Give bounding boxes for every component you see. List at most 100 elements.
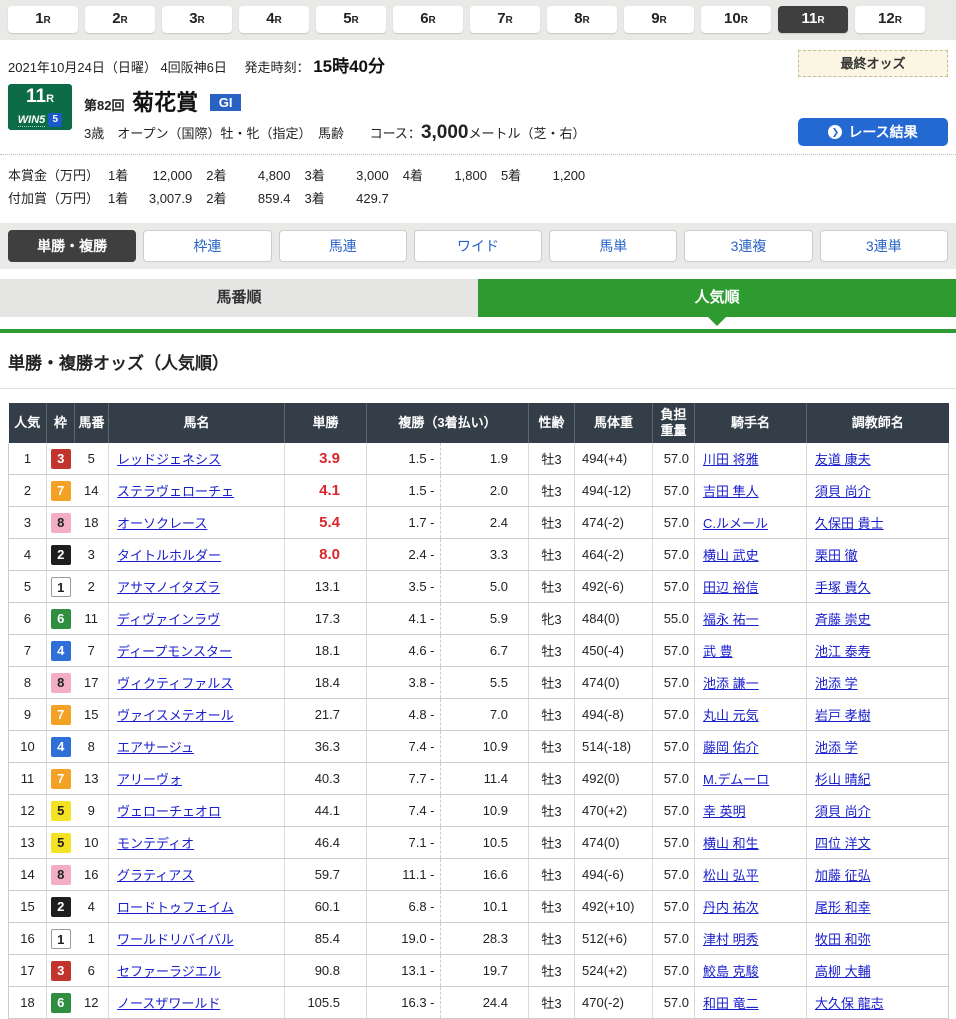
horse-name-cell: アリーヴォ <box>109 763 285 795</box>
horse-name-cell: タイトルホルダー <box>109 539 285 571</box>
race-tab-1R[interactable]: 1R <box>8 6 78 33</box>
race-tab-3R[interactable]: 3R <box>162 6 232 33</box>
sex-age: 牡3 <box>529 699 575 731</box>
horse-name-link[interactable]: ヴィクティファルス <box>117 676 233 691</box>
jockey-link[interactable]: 丸山 元気 <box>703 708 759 723</box>
jockey-link[interactable]: 池添 謙一 <box>703 676 759 691</box>
horse-name-link[interactable]: ディヴァインラヴ <box>117 612 220 627</box>
jockey-link[interactable]: 津村 明秀 <box>703 932 759 947</box>
jockey-link[interactable]: 田辺 裕信 <box>703 580 759 595</box>
horse-name-cell: ディヴァインラヴ <box>109 603 285 635</box>
fukusho-low: 1.7 - <box>367 515 440 530</box>
bet-tab-3連単[interactable]: 3連単 <box>820 230 948 262</box>
final-odds-button[interactable]: 最終オッズ <box>798 50 948 77</box>
race-tab-6R[interactable]: 6R <box>393 6 463 33</box>
bet-tab-馬連[interactable]: 馬連 <box>279 230 407 262</box>
tansho-odds: 13.1 <box>285 571 367 603</box>
tab-popularity-order[interactable]: 人気順 <box>478 279 956 317</box>
jockey-link[interactable]: 川田 将雅 <box>703 452 759 467</box>
bet-tab-枠連[interactable]: 枠連 <box>143 230 271 262</box>
sex-age: 牡3 <box>529 443 575 475</box>
start-time-value: 15時40分 <box>313 57 385 76</box>
horse-name-link[interactable]: ディープモンスター <box>117 644 232 659</box>
horse-name-link[interactable]: ヴァイスメテオール <box>117 708 234 723</box>
horse-name-link[interactable]: タイトルホルダー <box>117 548 221 563</box>
horse-name-link[interactable]: エアサージュ <box>117 740 194 755</box>
bet-tab-馬単[interactable]: 馬単 <box>549 230 677 262</box>
horse-name-link[interactable]: モンテディオ <box>117 836 194 851</box>
jockey-link[interactable]: 松山 弘平 <box>703 868 759 883</box>
horse-weight: 514(-18) <box>575 731 653 763</box>
race-tab-11R[interactable]: 11R <box>778 6 848 33</box>
trainer-link[interactable]: 高柳 大輔 <box>815 964 871 979</box>
jockey-link[interactable]: 丹内 祐次 <box>703 900 759 915</box>
jockey-link[interactable]: 福永 祐一 <box>703 612 759 627</box>
race-tab-4R[interactable]: 4R <box>239 6 309 33</box>
race-tab-9R[interactable]: 9R <box>624 6 694 33</box>
bet-tab-ワイド[interactable]: ワイド <box>414 230 542 262</box>
race-title-line: 第82回 菊花賞 GI <box>8 84 948 117</box>
odds-table: 人気枠馬番馬名単勝複勝（3着払い）性齢馬体重負担重量騎手名調教師名 135レッド… <box>8 403 949 1019</box>
jockey-link[interactable]: 和田 竜二 <box>703 996 759 1011</box>
jockey-cell: 丸山 元気 <box>695 699 807 731</box>
bet-tab-単勝・複勝[interactable]: 単勝・複勝 <box>8 230 136 262</box>
race-tab-2R[interactable]: 2R <box>85 6 155 33</box>
horse-name-link[interactable]: アサマノイタズラ <box>117 580 220 595</box>
trainer-link[interactable]: 牧田 和弥 <box>815 932 871 947</box>
horse-name-link[interactable]: ノースザワールド <box>117 996 220 1011</box>
trainer-link[interactable]: 尾形 和幸 <box>815 900 871 915</box>
jockey-link[interactable]: 横山 武史 <box>703 548 759 563</box>
horse-name-link[interactable]: アリーヴォ <box>117 772 182 787</box>
jockey-link[interactable]: C.ルメール <box>703 516 768 531</box>
frame-badge: 4 <box>51 737 71 757</box>
fukusho-high: 19.7 <box>440 955 529 986</box>
horse-number: 15 <box>75 699 109 731</box>
jockey-cell: 幸 英明 <box>695 795 807 827</box>
trainer-link[interactable]: 池添 学 <box>815 740 858 755</box>
horse-name-link[interactable]: セファーラジエル <box>117 964 221 979</box>
frame-cell: 7 <box>47 699 75 731</box>
trainer-link[interactable]: 須貝 尚介 <box>815 804 871 819</box>
tab-horse-number-order[interactable]: 馬番順 <box>0 279 478 317</box>
jockey-link[interactable]: 横山 和生 <box>703 836 759 851</box>
horse-name-link[interactable]: ステラヴェローチェ <box>117 484 234 499</box>
trainer-link[interactable]: 池添 学 <box>815 676 858 691</box>
horse-name-link[interactable]: ヴェローチェオロ <box>117 804 221 819</box>
trainer-link[interactable]: 斉藤 崇史 <box>815 612 871 627</box>
race-tab-10R[interactable]: 10R <box>701 6 771 33</box>
jockey-link[interactable]: 武 豊 <box>703 644 733 659</box>
jockey-link[interactable]: 藤岡 佑介 <box>703 740 759 755</box>
horse-name-link[interactable]: オーソクレース <box>117 516 207 531</box>
trainer-link[interactable]: 友道 康夫 <box>815 452 871 467</box>
trainer-link[interactable]: 池江 泰寿 <box>815 644 871 659</box>
horse-name-link[interactable]: グラティアス <box>117 868 194 883</box>
trainer-link[interactable]: 四位 洋文 <box>815 836 871 851</box>
jockey-cell: 武 豊 <box>695 635 807 667</box>
horse-number: 3 <box>75 539 109 571</box>
trainer-link[interactable]: 須貝 尚介 <box>815 484 871 499</box>
trainer-link[interactable]: 手塚 貴久 <box>815 580 871 595</box>
fukusho-range: 4.6 -6.7 <box>367 635 528 666</box>
horse-name-link[interactable]: ワールドリバイバル <box>117 932 234 947</box>
trainer-link[interactable]: 久保田 貴士 <box>815 516 884 531</box>
horse-name-link[interactable]: ロードトゥフェイム <box>117 900 234 915</box>
race-tab-8R[interactable]: 8R <box>547 6 617 33</box>
race-tab-12R[interactable]: 12R <box>855 6 925 33</box>
jockey-link[interactable]: 吉田 隼人 <box>703 484 759 499</box>
jockey-link[interactable]: 鮫島 克駿 <box>703 964 759 979</box>
race-tab-5R[interactable]: 5R <box>316 6 386 33</box>
horse-name-link[interactable]: レッドジェネシス <box>117 452 221 467</box>
trainer-link[interactable]: 大久保 龍志 <box>815 996 884 1011</box>
trainer-link[interactable]: 岩戸 孝樹 <box>815 708 871 723</box>
race-tab-7R[interactable]: 7R <box>470 6 540 33</box>
horse-number: 9 <box>75 795 109 827</box>
trainer-link[interactable]: 加藤 征弘 <box>815 868 871 883</box>
bet-tab-3連複[interactable]: 3連複 <box>684 230 812 262</box>
trainer-link[interactable]: 杉山 晴紀 <box>815 772 871 787</box>
trainer-cell: 須貝 尚介 <box>807 795 949 827</box>
jockey-link[interactable]: M.デムーロ <box>703 772 769 787</box>
jockey-link[interactable]: 幸 英明 <box>703 804 746 819</box>
trainer-link[interactable]: 栗田 徹 <box>815 548 858 563</box>
race-result-button[interactable]: ❯ レース結果 <box>798 118 948 146</box>
jockey-cell: 吉田 隼人 <box>695 475 807 507</box>
